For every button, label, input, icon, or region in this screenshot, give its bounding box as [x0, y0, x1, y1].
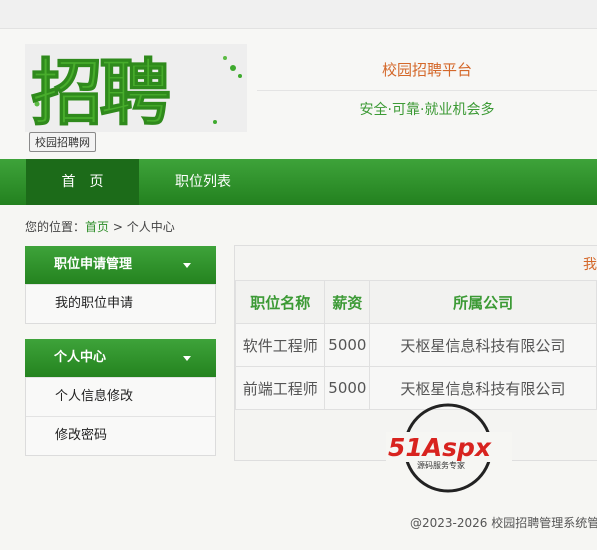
site-logo[interactable]: 招聘	[25, 44, 247, 132]
breadcrumb-home-link[interactable]: 首页	[85, 220, 109, 234]
sidebar-group-title: 职位申请管理	[54, 257, 133, 272]
table-cell: 前端工程师	[234, 366, 326, 410]
column-header: 所属公司	[369, 280, 597, 324]
table-header-row: 职位名称 薪资 所属公司	[234, 280, 597, 324]
caret-down-icon	[183, 356, 191, 361]
sidebar-group-title: 个人中心	[54, 350, 107, 365]
breadcrumb-separator: >	[109, 220, 127, 234]
sidebar-group-personal: 个人中心 个人信息修改 修改密码	[25, 339, 216, 456]
breadcrumb-current: 个人中心	[126, 220, 175, 234]
watermark-brand: 51Aspx	[388, 433, 492, 462]
breadcrumb: 您的位置：首页 > 个人中心	[25, 218, 175, 235]
site-header: 招聘 校园招聘网 校园招聘平台 安全·可靠·就业机会多	[0, 29, 597, 159]
applications-table: 职位名称 薪资 所属公司 软件工程师 5000 天枢星信息科技有限公司 前端工程…	[234, 280, 597, 410]
logo-alt-label: 校园招聘网	[29, 132, 96, 152]
sidebar-item-change-password[interactable]: 修改密码	[26, 416, 215, 455]
sidebar-item-my-applications[interactable]: 我的职位申请	[26, 284, 215, 323]
nav-home[interactable]: 首页	[26, 159, 139, 205]
watermark-tagline: 源码服务专家	[417, 460, 465, 470]
sidebar-group-applications: 职位申请管理 我的职位申请	[25, 246, 216, 324]
nav-job-list[interactable]: 职位列表	[139, 159, 267, 205]
table-row[interactable]: 软件工程师 5000 天枢星信息科技有限公司	[234, 323, 597, 367]
top-bar	[0, 0, 597, 29]
logo-image: 招聘	[25, 44, 247, 132]
table-cell: 软件工程师	[234, 323, 326, 367]
logo-text: 招聘	[31, 51, 170, 132]
column-header: 薪资	[324, 280, 371, 324]
header-divider	[257, 90, 597, 91]
caret-down-icon	[183, 263, 191, 268]
sidebar-group-header[interactable]: 个人中心	[25, 339, 216, 377]
main-nav: 首页 职位列表	[0, 159, 597, 205]
platform-title: 校园招聘平台	[381, 61, 472, 79]
platform-slogan: 安全·可靠·就业机会多	[359, 102, 495, 118]
breadcrumb-prefix: 您的位置：	[25, 220, 86, 234]
sidebar-group-header[interactable]: 职位申请管理	[25, 246, 216, 284]
table-cell: 天枢星信息科技有限公司	[369, 323, 597, 367]
watermark-logo: 51Aspx 源码服务专家	[386, 403, 512, 493]
column-header: 职位名称	[234, 280, 326, 324]
table-cell: 5000	[324, 366, 371, 410]
content-heading: 我	[583, 257, 597, 273]
table-cell: 5000	[324, 323, 371, 367]
sidebar-item-edit-profile[interactable]: 个人信息修改	[26, 377, 215, 416]
footer-copyright: @2023-2026 校园招聘管理系统管理	[410, 516, 597, 530]
